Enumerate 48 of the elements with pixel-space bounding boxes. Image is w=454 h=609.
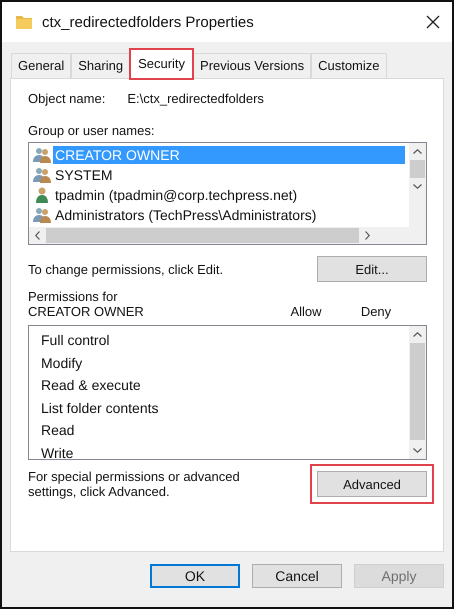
- scroll-thumb[interactable]: [410, 160, 425, 178]
- permission-item: Full control: [41, 332, 110, 350]
- advanced-hint: For special permissions or advanced settings, click Advanced.: [28, 469, 241, 499]
- window-title: ctx_redirectedfolders Properties: [42, 14, 255, 30]
- close-icon[interactable]: [426, 15, 440, 29]
- scroll-down-icon[interactable]: [413, 184, 422, 189]
- permission-item: Read & execute: [41, 377, 142, 396]
- scrollbar[interactable]: [409, 326, 426, 459]
- user-item[interactable]: tpadmin (tpadmin@corp.techpress.net): [33, 185, 405, 205]
- user-item[interactable]: SYSTEM: [33, 165, 405, 185]
- edit-button[interactable]: Edit...: [317, 256, 427, 282]
- user-item[interactable]: Administrators (TechPress\Administrators): [33, 205, 405, 225]
- permission-item: Write: [41, 444, 74, 459]
- scroll-up-icon[interactable]: [413, 149, 422, 154]
- group-icon: [33, 147, 51, 163]
- group-icon: [33, 167, 51, 183]
- scroll-thumb[interactable]: [46, 228, 359, 243]
- permission-item: Read: [41, 422, 76, 440]
- object-name-label: Object name:: [28, 91, 106, 106]
- dialog-button[interactable]: Cancel: [252, 564, 342, 588]
- permission-item: List folder contents: [41, 400, 160, 418]
- tab[interactable]: Security: [130, 49, 194, 79]
- allow-header: Allow: [289, 304, 323, 319]
- group-icon: [33, 207, 51, 223]
- user-icon: [33, 187, 51, 203]
- horizontal-scrollbar[interactable]: [29, 227, 426, 244]
- scrollbar[interactable]: [409, 143, 426, 227]
- group-label: Group or user names:: [28, 123, 156, 138]
- edit-hint: To change permissions, click Edit.: [28, 262, 224, 276]
- deny-header: Deny: [360, 304, 392, 319]
- scroll-thumb[interactable]: [410, 343, 425, 440]
- user-name: Administrators (TechPress\Administrators): [54, 206, 318, 224]
- folder-icon: [16, 15, 32, 29]
- tab[interactable]: Customize: [311, 53, 387, 78]
- user-name: tpadmin (tpadmin@corp.techpress.net): [54, 186, 298, 204]
- permissions-label: Permissions for CREATOR OWNER: [28, 289, 145, 319]
- advanced-button[interactable]: Advanced: [317, 471, 427, 497]
- tab[interactable]: General: [11, 53, 72, 78]
- tab[interactable]: Sharing: [71, 53, 130, 78]
- permission-item: Modify: [41, 354, 84, 373]
- scroll-right-icon[interactable]: [365, 231, 370, 240]
- scroll-left-icon[interactable]: [35, 231, 40, 240]
- tab[interactable]: Previous Versions: [193, 53, 312, 78]
- dialog-button[interactable]: OK: [150, 564, 240, 588]
- scroll-up-icon[interactable]: [413, 332, 422, 337]
- user-name: SYSTEM: [54, 166, 114, 184]
- object-name-value: E:\ctx_redirectedfolders: [127, 91, 264, 106]
- scroll-down-icon[interactable]: [413, 448, 422, 453]
